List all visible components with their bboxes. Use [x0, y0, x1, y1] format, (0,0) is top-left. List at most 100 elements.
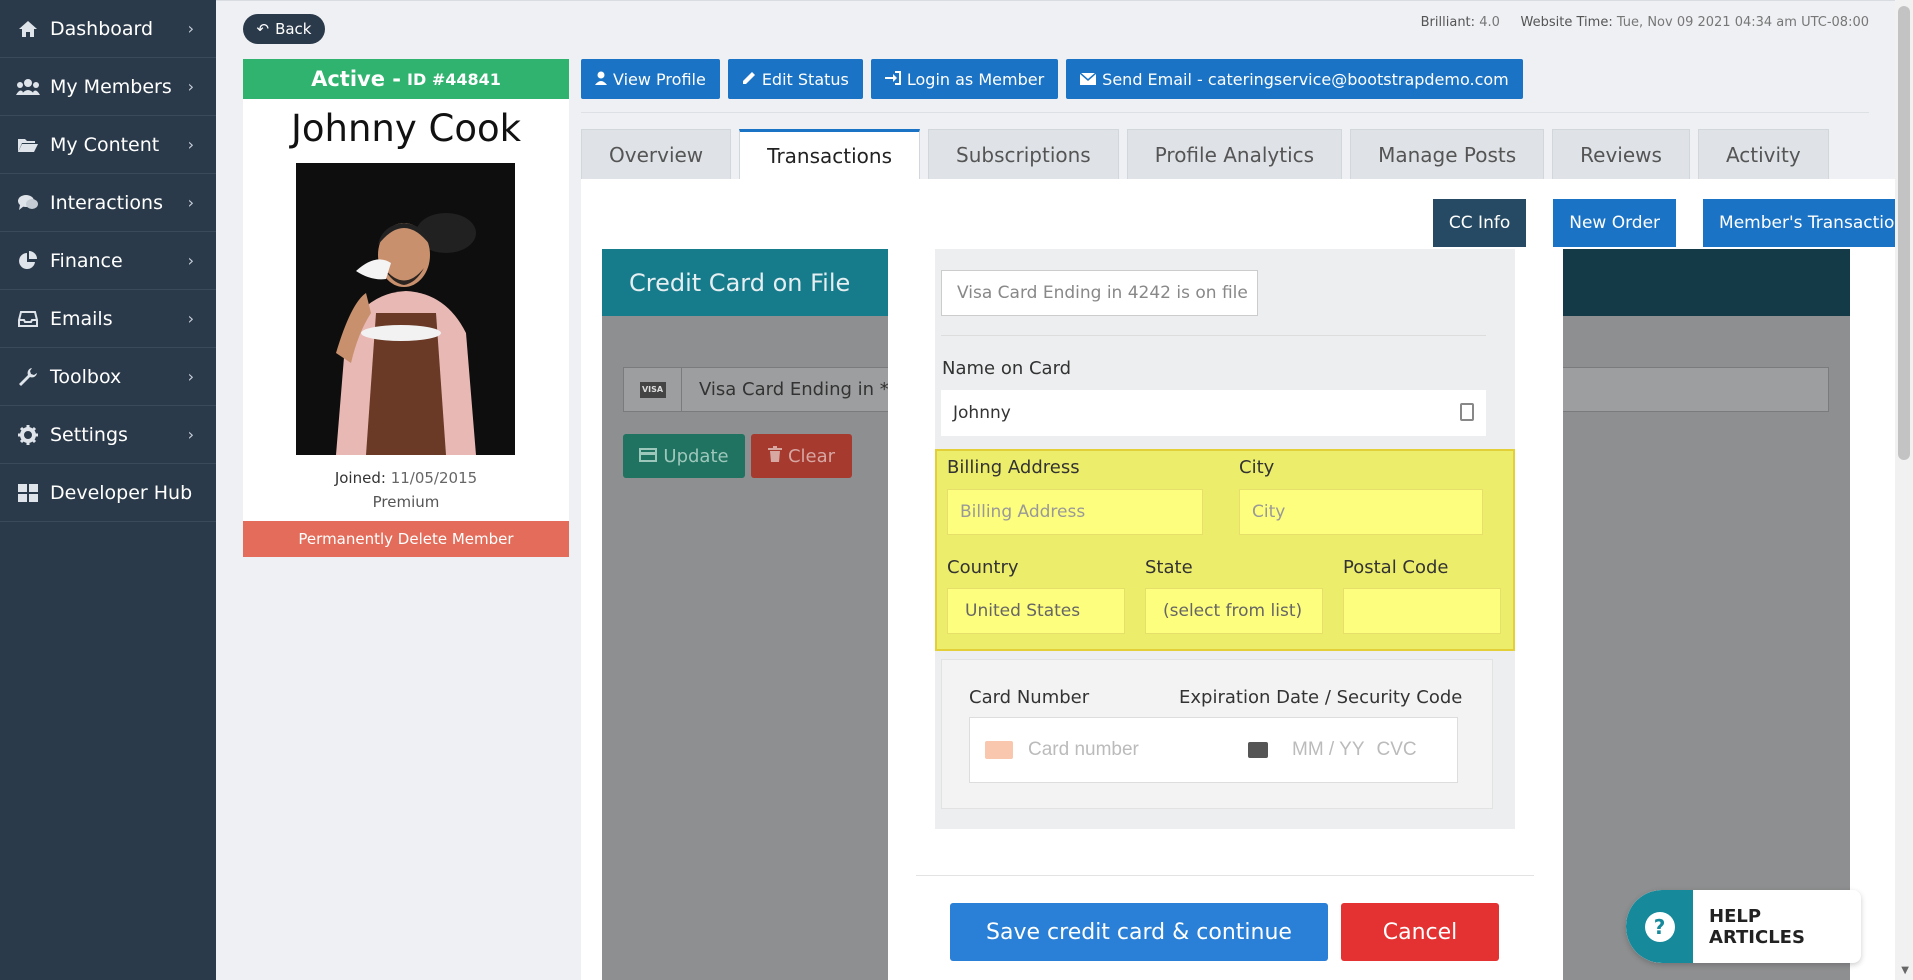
chevron-right-icon: › — [187, 135, 194, 154]
sidebar-item-label: Developer Hub — [50, 481, 193, 504]
credit-card-icon — [985, 741, 1013, 759]
sidebar-item-label: Interactions — [50, 191, 163, 214]
member-photo — [296, 163, 515, 455]
tab-overview[interactable]: Overview — [581, 129, 732, 179]
scrollbar-thumb[interactable] — [1898, 6, 1910, 460]
send-email-button[interactable]: Send Email - cateringservice@bootstrapde… — [1066, 59, 1523, 99]
users-icon — [16, 77, 40, 97]
cancel-button[interactable]: Cancel — [1341, 903, 1499, 961]
status-text: Active - — [311, 67, 402, 91]
cvc-placeholder[interactable]: CVC — [1377, 739, 1417, 761]
chevron-right-icon: › — [187, 19, 194, 38]
chevron-right-icon: › — [187, 251, 194, 270]
save-credit-card-button[interactable]: Save credit card & continue — [950, 903, 1328, 961]
send-email-label: Send Email - cateringservice@bootstrapde… — [1102, 69, 1509, 89]
member-profile-card: Active - ID #44841 Johnny Cook Joined: 1… — [243, 59, 569, 557]
sign-in-icon — [884, 70, 901, 89]
city-input[interactable]: City — [1239, 489, 1483, 535]
view-profile-button[interactable]: View Profile — [581, 59, 720, 99]
joined-date-row: Joined: 11/05/2015 — [243, 469, 569, 487]
pie-chart-icon — [16, 250, 40, 271]
card-on-file-input[interactable]: Visa Card Ending in 4242 is on file — [941, 270, 1258, 316]
member-id: ID #44841 — [407, 69, 501, 89]
page-scrollbar[interactable]: ▼ — [1895, 0, 1913, 980]
envelope-icon — [1079, 70, 1097, 89]
transactions-subnav: CC Info New Order Member's Transactions — [1432, 199, 1913, 247]
chevron-right-icon: › — [187, 425, 194, 444]
back-button[interactable]: ↶ Back — [243, 14, 325, 44]
sidebar-item-settings[interactable]: Settings › — [0, 406, 216, 464]
sidebar-item-finance[interactable]: Finance › — [0, 232, 216, 290]
sidebar-item-label: Finance — [50, 249, 123, 272]
expiry-placeholder[interactable]: MM / YY — [1292, 739, 1365, 761]
back-arrow-icon: ↶ — [256, 20, 270, 38]
website-time: Tue, Nov 09 2021 04:34 am UTC-08:00 — [1616, 15, 1869, 30]
membership-plan: Premium — [372, 493, 440, 511]
country-select[interactable]: United States — [947, 588, 1125, 634]
delete-member-button[interactable]: Permanently Delete Member — [243, 521, 569, 557]
header-divider — [581, 112, 1869, 113]
name-on-card-value: Johnny — [953, 403, 1011, 423]
sidebar-item-emails[interactable]: Emails › — [0, 290, 216, 348]
visa-card-icon: VISA — [624, 368, 682, 411]
login-as-member-button[interactable]: Login as Member — [870, 59, 1059, 99]
update-label: Update — [663, 445, 729, 467]
state-label: State — [1145, 557, 1193, 578]
status-badge: Active - ID #44841 — [243, 59, 569, 99]
sidebar-item-label: Settings — [50, 423, 128, 446]
sidebar-item-my-content[interactable]: My Content › — [0, 116, 216, 174]
name-on-card-label: Name on Card — [942, 358, 1072, 379]
chevron-right-icon: › — [187, 193, 194, 212]
card-on-file-text: Visa Card Ending in *** — [699, 379, 907, 400]
home-icon — [16, 19, 40, 39]
card-details-section: Card Number Expiration Date / Security C… — [941, 659, 1493, 809]
joined-label: Joined: — [334, 469, 386, 487]
billing-address-input[interactable]: Billing Address — [947, 489, 1203, 535]
sidebar-item-interactions[interactable]: Interactions › — [0, 174, 216, 232]
member-actions: View Profile Edit Status Login as Member… — [581, 59, 1523, 99]
credit-card-icon — [639, 446, 658, 467]
inbox-icon — [16, 309, 40, 329]
tab-reviews[interactable]: Reviews — [1552, 129, 1690, 179]
sidebar-item-dashboard[interactable]: Dashboard › — [0, 0, 216, 58]
new-order-button[interactable]: New Order — [1553, 199, 1677, 247]
card-number-label: Card Number — [969, 687, 1090, 708]
clear-card-button[interactable]: Clear — [751, 434, 852, 478]
tab-manage-posts[interactable]: Manage Posts — [1350, 129, 1545, 179]
tab-transactions[interactable]: Transactions — [739, 129, 921, 179]
modal-footer-divider — [916, 875, 1534, 876]
scroll-down-arrow-icon[interactable]: ▼ — [1901, 965, 1909, 976]
visa-badge: VISA — [639, 381, 666, 398]
site-info: Brilliant: 4.0 Website Time: Tue, Nov 09… — [1421, 15, 1869, 30]
clear-label: Clear — [787, 445, 836, 467]
cc-info-button[interactable]: CC Info — [1432, 199, 1527, 247]
help-articles-button[interactable]: ? HELP ARTICLES — [1626, 890, 1861, 963]
name-on-card-input[interactable]: Johnny — [941, 390, 1486, 436]
sidebar-item-label: Dashboard — [50, 17, 154, 40]
state-select[interactable]: (select from list) — [1145, 588, 1323, 634]
sidebar-item-label: My Members — [50, 75, 172, 98]
update-card-button[interactable]: Update — [623, 434, 745, 478]
sidebar-item-developer-hub[interactable]: Developer Hub — [0, 464, 216, 522]
edit-status-button[interactable]: Edit Status — [727, 59, 863, 99]
members-transactions-button[interactable]: Member's Transactions — [1703, 199, 1913, 247]
postal-code-input[interactable] — [1343, 588, 1501, 634]
card-number-input[interactable]: Card number MM / YY CVC — [969, 717, 1458, 783]
expiration-label: Expiration Date / Security Code — [1179, 687, 1463, 708]
folder-icon — [16, 135, 40, 155]
trash-icon — [767, 445, 782, 467]
tab-profile-analytics[interactable]: Profile Analytics — [1126, 129, 1343, 179]
divider — [941, 335, 1486, 336]
tab-subscriptions[interactable]: Subscriptions — [928, 129, 1119, 179]
user-icon — [595, 70, 607, 89]
chevron-right-icon: › — [187, 77, 194, 96]
tab-activity[interactable]: Activity — [1697, 129, 1829, 179]
member-tabs: Overview Transactions Subscriptions Prof… — [581, 129, 1829, 179]
billing-address-label: Billing Address — [947, 457, 1080, 478]
sidebar-item-toolbox[interactable]: Toolbox › — [0, 348, 216, 406]
pencil-icon — [742, 70, 756, 89]
back-label: Back — [275, 20, 312, 38]
sidebar-item-my-members[interactable]: My Members › — [0, 58, 216, 116]
comments-icon — [16, 193, 40, 213]
wrench-icon — [16, 367, 40, 387]
